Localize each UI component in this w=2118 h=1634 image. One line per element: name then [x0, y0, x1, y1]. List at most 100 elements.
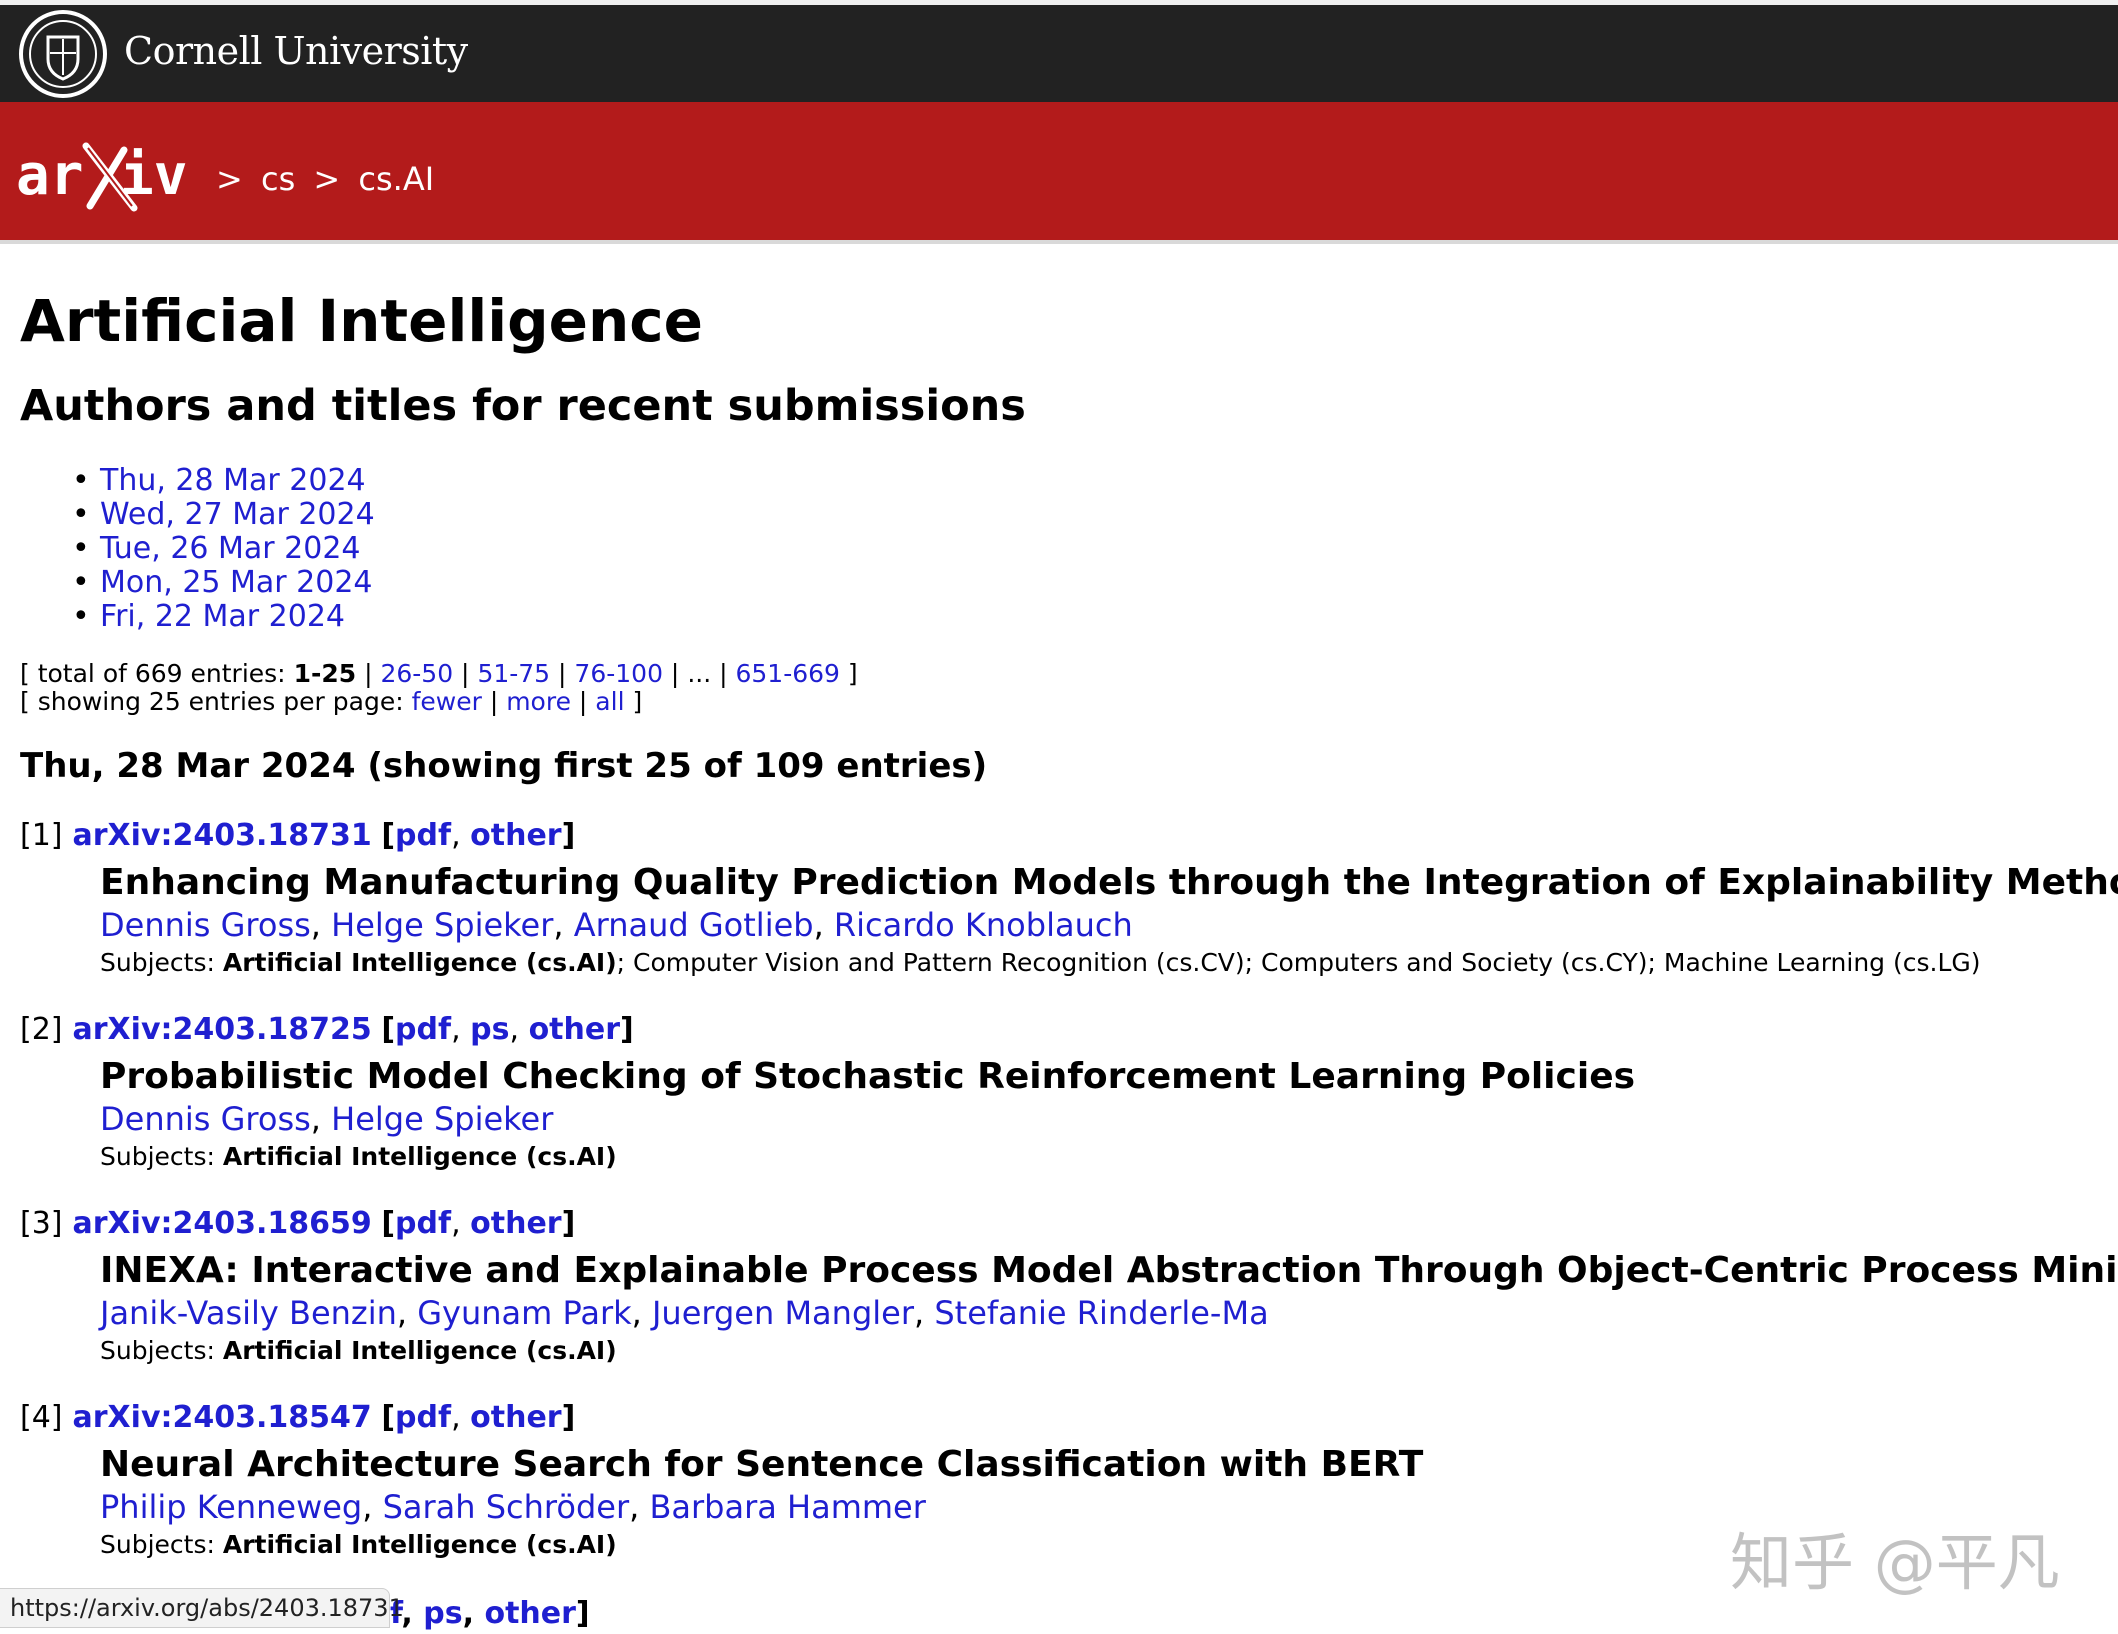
author-link[interactable]: Arnaud Gotlieb: [574, 906, 814, 944]
total-entries-text: [ total of 669 entries:: [20, 659, 294, 688]
current-page-range: 1-25: [293, 659, 357, 688]
cornell-seal-icon[interactable]: [18, 9, 108, 99]
primary-subject: Artificial Intelligence (cs.AI): [222, 1530, 617, 1559]
author-link[interactable]: Janik-Vasily Benzin: [100, 1294, 397, 1332]
pdf-link[interactable]: pdf: [395, 818, 451, 853]
other-link[interactable]: other: [470, 1206, 561, 1241]
primary-subject: Artificial Intelligence (cs.AI): [222, 1142, 617, 1171]
entry-authors: Dennis Gross, Helge Spieker, Arnaud Gotl…: [100, 906, 1133, 944]
other-link[interactable]: other: [484, 1596, 575, 1631]
arxiv-header: ar iv > cs > cs.AI: [0, 102, 2118, 244]
pdf-link[interactable]: pdf: [395, 1012, 451, 1047]
pdf-link[interactable]: pdf: [395, 1400, 451, 1435]
arxiv-logo-icon[interactable]: ar iv: [16, 136, 196, 214]
entry-number: [3]: [20, 1206, 63, 1241]
subjects-label: Subjects:: [100, 1530, 223, 1559]
entry: [1] arXiv:2403.18731 [pdf, other] Enhanci…: [20, 816, 2118, 982]
breadcrumb-cs[interactable]: cs: [261, 160, 295, 198]
page-title: Artificial Intelligence: [20, 287, 704, 355]
entry-authors: Janik-Vasily Benzin, Gyunam Park, Juerge…: [100, 1294, 1269, 1332]
author-link[interactable]: Dennis Gross: [100, 1100, 311, 1138]
subjects-label: Subjects:: [100, 1336, 223, 1365]
author-link[interactable]: Sarah Schröder: [383, 1488, 630, 1526]
entry-header: [1] arXiv:2403.18731 [pdf, other]: [20, 818, 576, 853]
all-link[interactable]: all: [595, 687, 624, 716]
pagination: [ total of 669 entries: 1-25 | 26-50 | 5…: [20, 660, 2100, 716]
list-item: Tue, 26 Mar 2024: [20, 531, 2100, 567]
author-link[interactable]: Philip Kenneweg: [100, 1488, 362, 1526]
date-link[interactable]: Tue, 26 Mar 2024: [100, 531, 361, 566]
arxiv-id-link[interactable]: arXiv:2403.18547: [73, 1400, 372, 1435]
page-link[interactable]: 76-100: [574, 659, 663, 688]
breadcrumb-cs-ai[interactable]: cs.AI: [358, 160, 434, 198]
svg-text:ar: ar: [16, 143, 83, 208]
other-link[interactable]: other: [529, 1012, 620, 1047]
status-bar-url: https://arxiv.org/abs/2403.18731: [0, 1588, 404, 1628]
date-list: Thu, 28 Mar 2024 Wed, 27 Mar 2024 Tue, 2…: [20, 463, 2100, 635]
page-link[interactable]: 26-50: [380, 659, 453, 688]
author-link[interactable]: Barbara Hammer: [649, 1488, 925, 1526]
arxiv-id-link[interactable]: arXiv:2403.18659: [73, 1206, 372, 1241]
author-link[interactable]: Ricardo Knoblauch: [834, 906, 1133, 944]
entry-subjects: Subjects: Artificial Intelligence (cs.AI…: [100, 1138, 2100, 1176]
day-heading: Thu, 28 Mar 2024 (showing first 25 of 10…: [20, 746, 988, 786]
breadcrumb-separator: >: [216, 160, 243, 198]
entry: [2] arXiv:2403.18725 [pdf, ps, other] Pro…: [20, 1010, 2100, 1176]
entry-title: INEXA: Interactive and Explainable Proce…: [100, 1250, 2118, 1291]
ps-link[interactable]: ps: [423, 1596, 462, 1631]
subjects-label: Subjects:: [100, 948, 223, 977]
author-link[interactable]: Stefanie Rinderle-Ma: [934, 1294, 1268, 1332]
entry-body: Probabilistic Model Checking of Stochast…: [100, 1054, 2100, 1176]
list-item: Mon, 25 Mar 2024: [20, 565, 2100, 601]
date-link[interactable]: Wed, 27 Mar 2024: [100, 497, 375, 532]
breadcrumb: > cs > cs.AI: [216, 160, 442, 198]
entry-subjects: Subjects: Artificial Intelligence (cs.AI…: [100, 944, 2100, 982]
fewer-link[interactable]: fewer: [412, 687, 482, 716]
arxiv-id-link[interactable]: arXiv:2403.18731: [73, 818, 372, 853]
entry-header: [3] arXiv:2403.18659 [pdf, other]: [20, 1206, 576, 1241]
per-page-line: [ showing 25 entries per page: fewer | m…: [20, 687, 643, 716]
pdf-link[interactable]: pdf: [395, 1206, 451, 1241]
list-item: Fri, 22 Mar 2024: [20, 599, 2100, 635]
entry: [3] arXiv:2403.18659 [pdf, other] INEXA: …: [20, 1204, 2118, 1370]
entry-number: [2]: [20, 1012, 63, 1047]
entry-header: [2] arXiv:2403.18725 [pdf, ps, other]: [20, 1012, 634, 1047]
entry-title: Enhancing Manufacturing Quality Predicti…: [100, 862, 2118, 903]
watermark: 知乎 @平凡: [1730, 1526, 2060, 1599]
date-link[interactable]: Mon, 25 Mar 2024: [100, 565, 373, 600]
entry-number: [1]: [20, 818, 63, 853]
author-link[interactable]: Dennis Gross: [100, 906, 311, 944]
primary-subject: Artificial Intelligence (cs.AI): [222, 1336, 617, 1365]
date-link[interactable]: Thu, 28 Mar 2024: [100, 463, 366, 498]
cornell-header: Cornell University: [0, 0, 2118, 102]
partial-entry-formats: f, ps, other]: [390, 1594, 590, 1634]
entry-subjects: Subjects: Artificial Intelligence (cs.AI…: [100, 1332, 2100, 1370]
author-link[interactable]: Helge Spieker: [331, 906, 553, 944]
main-content: Artificial Intelligence Authors and titl…: [20, 280, 2118, 1564]
date-link[interactable]: Fri, 22 Mar 2024: [100, 599, 345, 634]
section-title: Authors and titles for recent submission…: [20, 381, 1026, 431]
other-link[interactable]: other: [470, 1400, 561, 1435]
page-link-last[interactable]: 651-669: [735, 659, 839, 688]
author-link[interactable]: Helge Spieker: [331, 1100, 553, 1138]
other-link[interactable]: other: [470, 818, 561, 853]
author-link[interactable]: Gyunam Park: [417, 1294, 631, 1332]
entry-header: [4] arXiv:2403.18547 [pdf, other]: [20, 1400, 576, 1435]
list-item: Wed, 27 Mar 2024: [20, 497, 2100, 533]
entry-body: INEXA: Interactive and Explainable Proce…: [100, 1248, 2118, 1370]
page-link[interactable]: 51-75: [477, 659, 550, 688]
subjects-label: Subjects:: [100, 1142, 223, 1171]
ps-link[interactable]: ps: [470, 1012, 509, 1047]
arxiv-id-link[interactable]: arXiv:2403.18725: [73, 1012, 372, 1047]
cornell-university-name[interactable]: Cornell University: [124, 29, 468, 73]
entry-title: Probabilistic Model Checking of Stochast…: [100, 1056, 1636, 1097]
page-range-line: [ total of 669 entries: 1-25 | 26-50 | 5…: [20, 659, 858, 688]
primary-subject: Artificial Intelligence (cs.AI): [222, 948, 617, 977]
entry-title: Neural Architecture Search for Sentence …: [100, 1444, 1424, 1485]
author-link[interactable]: Juergen Mangler: [652, 1294, 914, 1332]
page-ellipsis: ...: [687, 659, 712, 688]
entry-number: [4]: [20, 1400, 63, 1435]
other-subjects: ; Computer Vision and Pattern Recognitio…: [616, 948, 1981, 977]
more-link[interactable]: more: [506, 687, 571, 716]
list-item: Thu, 28 Mar 2024: [20, 463, 2100, 499]
